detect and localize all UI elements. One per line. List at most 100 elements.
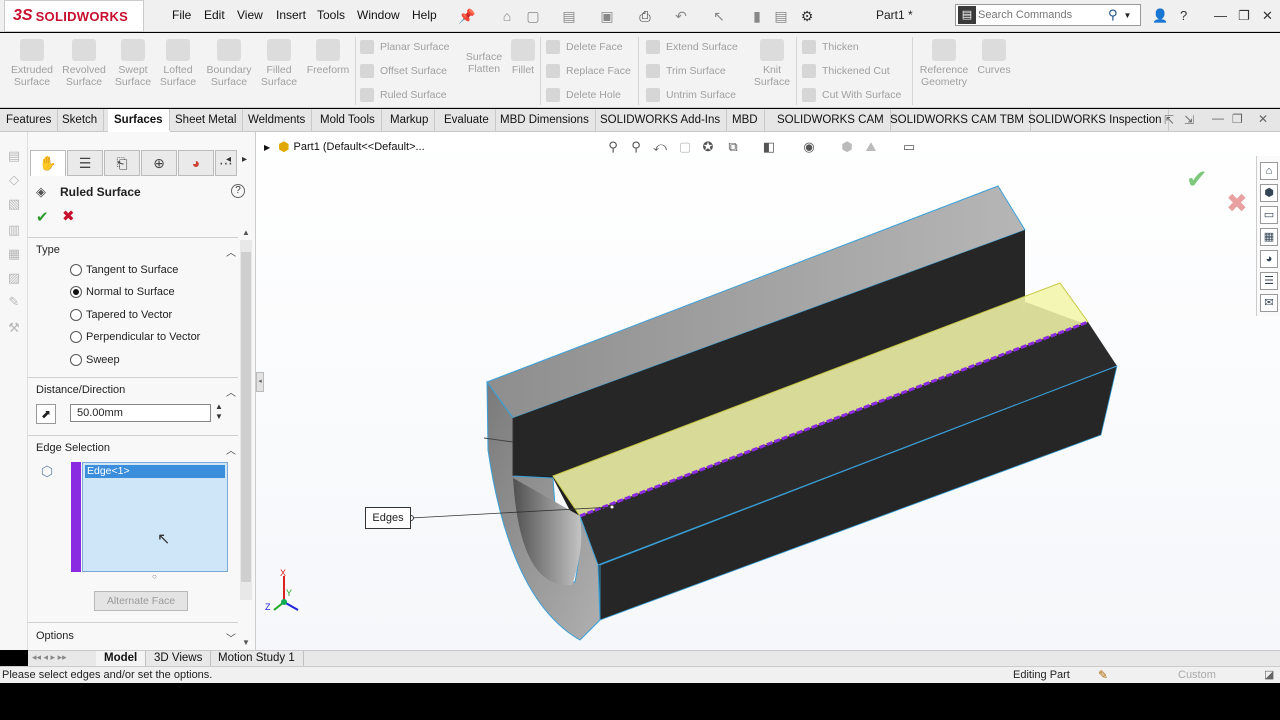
zoom-to-area-icon[interactable]: ⚲: [627, 138, 645, 156]
reference-geometry-button[interactable]: Reference Geometry: [918, 39, 970, 88]
configuration-manager-tab-icon[interactable]: ⎗: [104, 150, 140, 176]
delete-hole-button[interactable]: Delete Hole: [546, 86, 621, 104]
property-manager-tab-icon[interactable]: ☰: [67, 150, 103, 176]
edge-selection-list[interactable]: Edge<1> ↖: [82, 462, 228, 572]
radio-button[interactable]: [70, 309, 82, 321]
tab-model[interactable]: Model: [96, 651, 147, 666]
tab-sketch[interactable]: Sketch: [56, 109, 105, 132]
tree-expand-icon[interactable]: ▶: [264, 143, 270, 152]
tab-flyout-icon[interactable]: ⇱: [1164, 113, 1174, 127]
list-resize-handle[interactable]: ○: [152, 572, 157, 581]
tab-weldments[interactable]: Weldments: [242, 109, 313, 132]
undo-icon[interactable]: ↶: [672, 7, 690, 25]
hide-show-items-icon[interactable]: ◉: [800, 138, 818, 156]
pattern-tool-icon[interactable]: ▨: [6, 270, 22, 286]
view-orientation-icon[interactable]: ⧉: [724, 138, 742, 156]
help-icon[interactable]: ?: [231, 184, 245, 198]
appearances-icon[interactable]: ◕: [1260, 250, 1278, 268]
filled-surface-button[interactable]: Filled Surface: [253, 39, 305, 88]
tab-features[interactable]: Features: [0, 109, 59, 132]
collapse-chevron-icon[interactable]: ︿: [226, 244, 236, 259]
menu-tools[interactable]: Tools: [317, 8, 345, 22]
tab-nav-first-icon[interactable]: ◂◂ ◂ ▸ ▸▸: [32, 652, 67, 663]
scroll-down-icon[interactable]: ▼: [242, 638, 250, 647]
tree-part-label[interactable]: Part1 (Default<<Default>...: [294, 141, 425, 153]
type-section-header[interactable]: Type ︿: [36, 244, 236, 260]
menu-window[interactable]: Window: [357, 8, 400, 22]
edges-callout[interactable]: Edges: [365, 507, 411, 529]
dimxpert-tab-icon[interactable]: ⊕: [141, 150, 177, 176]
cut-with-surface-button[interactable]: Cut With Surface: [802, 86, 901, 104]
pin-icon[interactable]: 📌: [458, 7, 476, 25]
rebuild-status-icon[interactable]: ✎: [1098, 668, 1108, 682]
radio-button[interactable]: [70, 331, 82, 343]
knit-surface-button[interactable]: Knit Surface: [746, 39, 798, 88]
display-style-icon[interactable]: ◧: [760, 138, 778, 156]
user-icon[interactable]: 👤: [1152, 8, 1168, 24]
tab-markup[interactable]: Markup: [384, 109, 436, 132]
home-icon[interactable]: ⌂: [498, 7, 516, 25]
trim-surface-button[interactable]: Trim Surface: [646, 62, 726, 80]
radio-button-selected[interactable]: [70, 286, 82, 298]
menu-help[interactable]: Help: [412, 8, 437, 22]
revolved-surface-button[interactable]: Revolved Surface: [58, 39, 110, 88]
measure-tool-icon[interactable]: ⚒: [6, 320, 22, 336]
dimension-tool-icon[interactable]: ◇: [6, 172, 22, 188]
tab-mbd[interactable]: MBD: [726, 109, 765, 132]
freeform-button[interactable]: Freeform: [302, 39, 354, 76]
doc-close-icon[interactable]: ✕: [1258, 112, 1268, 126]
menu-edit[interactable]: Edit: [204, 8, 225, 22]
options-gear-icon[interactable]: ⚙: [798, 7, 816, 25]
radio-normal-to-surface[interactable]: Normal to Surface: [70, 284, 175, 300]
distance-spinner[interactable]: ▲ ▼: [214, 402, 224, 422]
search-scope-icon[interactable]: ▤: [958, 6, 976, 24]
doc-restore-icon[interactable]: ❐: [1232, 112, 1243, 126]
untrim-surface-button[interactable]: Untrim Surface: [646, 86, 736, 104]
tab-surfaces[interactable]: Surfaces: [108, 109, 170, 132]
rebuild-icon[interactable]: ▮: [748, 7, 766, 25]
tab-sheet-metal[interactable]: Sheet Metal: [169, 109, 244, 132]
extend-surface-button[interactable]: Extend Surface: [646, 38, 738, 56]
mirror-tool-icon[interactable]: ▦: [6, 246, 22, 262]
search-dropdown-icon[interactable]: ▼: [1124, 11, 1132, 20]
design-library-icon[interactable]: ⬢: [1260, 184, 1278, 202]
forum-icon[interactable]: ✉: [1260, 294, 1278, 312]
curves-button[interactable]: Curves: [968, 39, 1020, 76]
menu-file[interactable]: File: [172, 8, 191, 22]
solidworks-resources-icon[interactable]: ⌂: [1260, 162, 1278, 180]
offset-surface-button[interactable]: Offset Surface: [360, 62, 447, 80]
radio-button[interactable]: [70, 264, 82, 276]
edit-appearance-icon[interactable]: ⬢: [838, 138, 856, 156]
radio-button[interactable]: [70, 354, 82, 366]
ruled-surface-button[interactable]: Ruled Surface: [360, 86, 447, 104]
boundary-surface-button[interactable]: Boundary Surface: [203, 39, 255, 88]
tab-solidworks-inspection[interactable]: SOLIDWORKS Inspection: [1022, 109, 1169, 132]
previous-view-icon[interactable]: ⤺: [651, 138, 669, 156]
part-model-view[interactable]: [256, 132, 1280, 650]
solidworks-logo[interactable]: 3S SOLIDWORKS: [4, 0, 144, 32]
radio-perpendicular-to-vector[interactable]: Perpendicular to Vector: [70, 329, 200, 345]
help-icon[interactable]: ?: [1180, 8, 1187, 23]
collapse-chevron-icon[interactable]: ︿: [226, 442, 236, 457]
scrollbar-thumb[interactable]: [241, 252, 251, 582]
tab-solidworks-add-ins[interactable]: SOLIDWORKS Add-Ins: [594, 109, 728, 132]
save-icon[interactable]: ▣: [598, 7, 616, 25]
tab-evaluate[interactable]: Evaluate: [438, 109, 496, 132]
extruded-surface-button[interactable]: Extruded Surface: [6, 39, 58, 88]
radio-sweep[interactable]: Sweep: [70, 352, 120, 368]
thicken-button[interactable]: Thicken: [802, 38, 859, 56]
cancel-button[interactable]: ✖: [62, 207, 75, 225]
status-help-icon[interactable]: ◪: [1264, 668, 1274, 681]
menu-view[interactable]: View: [237, 8, 263, 22]
distance-section-header[interactable]: Distance/Direction ︿: [36, 384, 236, 400]
tab-expand-icon[interactable]: ⇲: [1184, 113, 1194, 127]
replace-face-button[interactable]: Replace Face: [546, 62, 631, 80]
spin-down-icon[interactable]: ▼: [214, 412, 224, 422]
distance-input[interactable]: 50.00mm: [70, 404, 211, 422]
sketch-tool-icon[interactable]: ▤: [6, 148, 22, 164]
graphics-area[interactable]: ▶ ⬢ Part1 (Default<<Default>... ⚲ ⚲ ⤺ ▢ …: [256, 132, 1280, 650]
pm-collapse-handle[interactable]: ◂: [256, 372, 264, 392]
tab-mold-tools[interactable]: Mold Tools: [314, 109, 382, 132]
menu-insert[interactable]: Insert: [276, 8, 306, 22]
delete-face-button[interactable]: Delete Face: [546, 38, 623, 56]
